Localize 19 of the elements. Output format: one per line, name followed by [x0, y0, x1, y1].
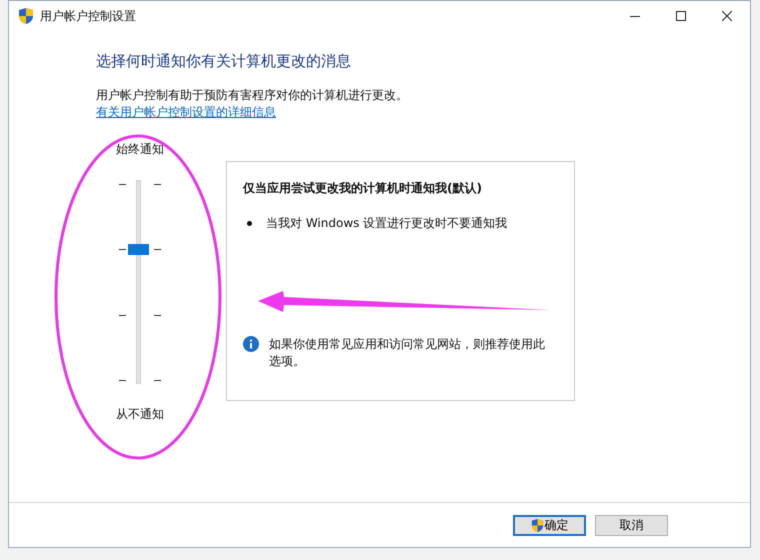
shield-icon [530, 518, 544, 532]
bullet-icon [247, 221, 252, 226]
slider-thumb[interactable] [128, 244, 149, 256]
panel-title: 仅当应用尝试更改我的计算机时通知我(默认) [243, 180, 483, 197]
window-title: 用户帐户控制设置 [40, 8, 136, 24]
close-icon [722, 11, 732, 21]
dialog-button[interactable]: 取消 [595, 514, 668, 536]
page-heading: 选择何时通知你有关计算机更改的消息 [96, 52, 352, 71]
description-text: 用户帐户控制有助于预防有害程序对你的计算机进行更改。 [96, 87, 409, 104]
dialog-button[interactable]: 确定 [513, 514, 586, 536]
details-link[interactable]: 有关用户帐户控制设置的详细信息 [96, 105, 276, 119]
note-text: 如果你使用常见应用和访问常见网站，则推荐使用此选项。 [269, 336, 546, 370]
info-icon [243, 336, 259, 352]
notification-slider[interactable] [117, 180, 163, 384]
shield-icon [18, 7, 34, 25]
slider-top-label: 始终通知 [116, 141, 164, 158]
bullet-text: 当我对 Windows 设置进行更改时不要通知我 [266, 215, 508, 232]
slider-bottom-label: 从不通知 [116, 406, 164, 423]
maximize-icon [676, 11, 686, 21]
